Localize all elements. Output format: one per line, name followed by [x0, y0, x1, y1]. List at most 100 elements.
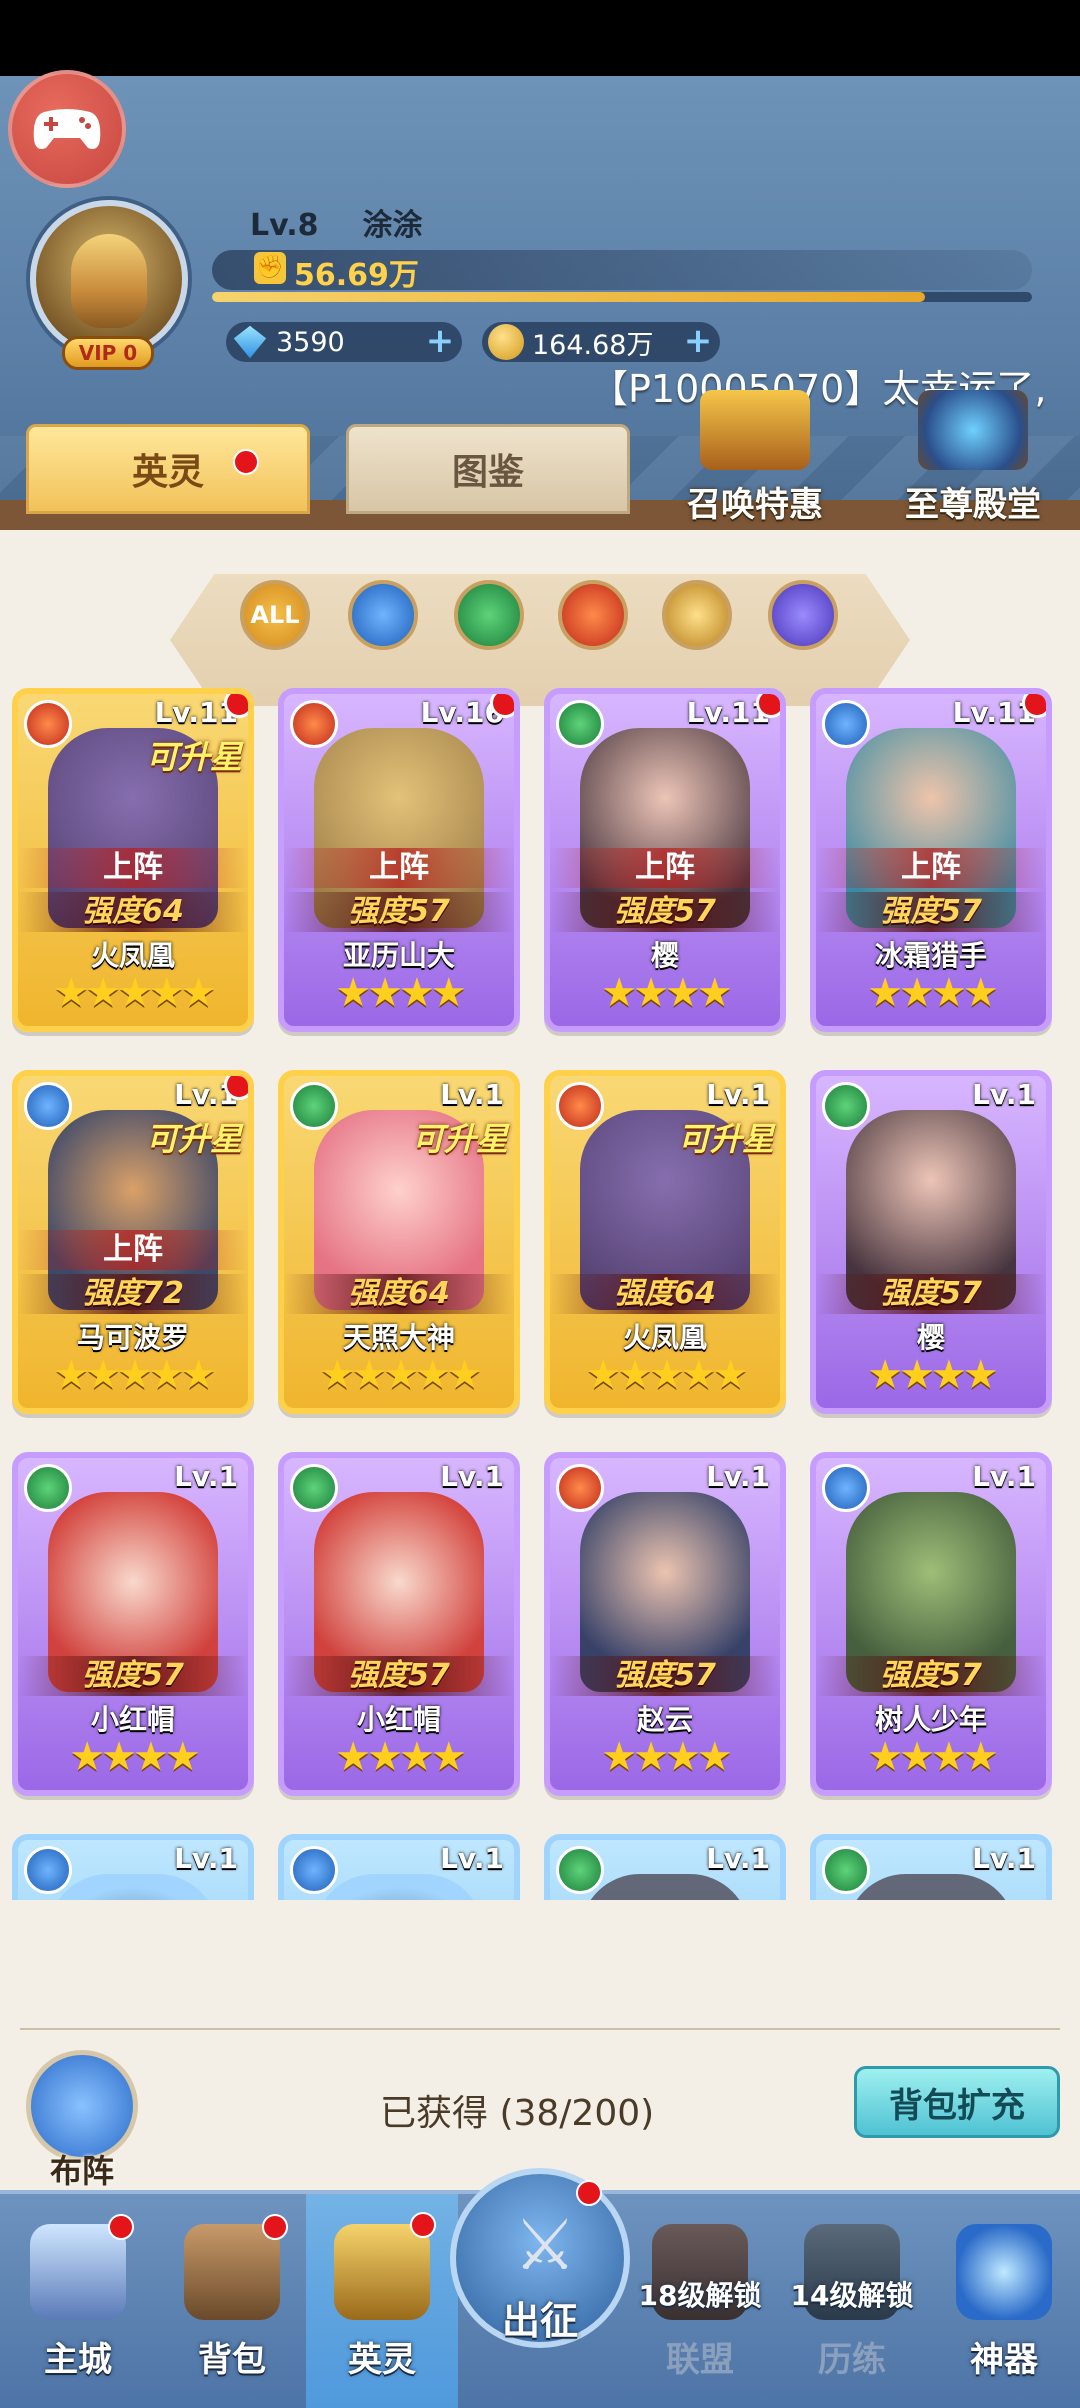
gamepad-icon [33, 109, 101, 149]
wind-element-icon [290, 1082, 338, 1130]
hero-name: 小红帽 [90, 1703, 175, 1736]
nav-heroes-label: 英灵 [348, 2340, 416, 2380]
hero-card[interactable]: Lv.1 [278, 1834, 520, 1900]
hero-card[interactable]: Lv.1 强度57 树人少年 ★★★★ [810, 1452, 1052, 1796]
diamond-counter: 3590 + [226, 322, 462, 362]
gold-coin-icon [488, 324, 524, 360]
deployed-label: 上阵 [18, 848, 248, 888]
hero-card[interactable]: Lv.1 [810, 1834, 1052, 1900]
water-element-icon [822, 700, 870, 748]
supreme-hall-button[interactable]: 至尊殿堂 [888, 390, 1058, 525]
hero-portrait [314, 1874, 484, 1900]
hero-power: 强度57 [284, 1656, 514, 1696]
hero-name: 赵云 [636, 1703, 693, 1736]
hero-level: Lv.1 [440, 1078, 504, 1111]
xp-bar-fill [212, 292, 926, 302]
fire-element-icon [556, 1082, 604, 1130]
tab-heroes-label: 英灵 [131, 452, 204, 493]
vip-badge[interactable]: VIP 0 [62, 336, 154, 370]
hero-portrait [48, 1874, 218, 1900]
hero-card[interactable]: Lv.1 强度57 樱 ★★★★ [810, 1070, 1052, 1414]
summon-deal-button[interactable]: 召唤特惠 [670, 390, 840, 525]
player-name: 涂涂 [362, 208, 423, 243]
owned-count: 已获得 (38/200) [380, 2093, 655, 2134]
hero-card[interactable]: Lv.1 [12, 1834, 254, 1900]
status-bar [0, 0, 1080, 76]
hero-card[interactable]: Lv.16 上阵 强度57 亚历山大 ★★★★ [278, 688, 520, 1032]
hero-power: 强度57 [816, 892, 1046, 932]
notification-dot [1022, 694, 1046, 718]
xp-bar [212, 292, 1032, 302]
hero-card[interactable]: Lv.11 上阵 强度57 冰霜猎手 ★★★★ [810, 688, 1052, 1032]
hero-name: 马可波罗 [76, 1321, 189, 1354]
hero-card[interactable]: Lv.1 可升星 上阵 强度72 马可波罗 ★★★★★ [12, 1070, 254, 1414]
notification-dot [576, 2180, 602, 2206]
notification-dot [224, 694, 248, 718]
deployed-label: 上阵 [18, 1230, 248, 1270]
hero-level: Lv.1 [706, 1460, 770, 1493]
wind-element-icon [822, 1082, 870, 1130]
fire-element-icon [556, 1464, 604, 1512]
gold-counter: 164.68万 + [482, 322, 720, 362]
hero-power: 强度57 [550, 892, 780, 932]
hero-card[interactable]: Lv.1 强度57 赵云 ★★★★ [544, 1452, 786, 1796]
tab-guide[interactable]: 图鉴 [346, 424, 630, 514]
hero-name: 冰霜猎手 [874, 939, 987, 972]
nav-alliance-label: 联盟 [666, 2340, 734, 2380]
nav-artifact[interactable]: 神器 [934, 2214, 1074, 2404]
notification-dot [410, 2212, 436, 2238]
formation-button[interactable]: 布阵 [20, 2050, 144, 2190]
nav-bag-label: 背包 [198, 2340, 266, 2380]
hero-card[interactable]: Lv.1 [544, 1834, 786, 1900]
hero-stars: ★★★★★ [319, 1352, 482, 1398]
nav-heroes[interactable]: 英灵 [306, 2194, 458, 2408]
hero-level: Lv.1 [972, 1460, 1036, 1493]
tab-heroes[interactable]: 英灵 [26, 424, 310, 514]
hero-power: 强度57 [816, 1656, 1046, 1696]
player-avatar[interactable] [30, 200, 188, 358]
notification-dot [108, 2214, 134, 2240]
player-info: Lv.8 涂涂 [250, 200, 467, 244]
nav-alliance[interactable]: 18级解锁 联盟 [630, 2214, 770, 2404]
hero-name: 亚历山大 [342, 939, 455, 972]
hero-stars: ★★★★ [601, 970, 732, 1016]
add-diamond-button[interactable]: + [424, 324, 456, 358]
fire-element-icon[interactable] [558, 580, 628, 650]
bottom-nav: 主城 背包 英灵 ⚔ 出征 18级解锁 联盟 14级解锁 历练 神器 [0, 2168, 1080, 2408]
hero-stars: ★★★★★ [53, 970, 216, 1016]
crossed-swords-icon: ⚔ [513, 2204, 577, 2286]
fire-element-icon [290, 700, 338, 748]
battle-label: 出征 [501, 2299, 578, 2343]
expand-bag-button[interactable]: 背包扩充 [854, 2066, 1060, 2138]
hero-name: 火凤凰 [90, 939, 175, 972]
nav-bag[interactable]: 背包 [162, 2214, 302, 2404]
hero-card[interactable]: Lv.1 强度57 小红帽 ★★★★ [278, 1452, 520, 1796]
hero-card[interactable]: Lv.1 可升星 强度64 火凤凰 ★★★★★ [544, 1070, 786, 1414]
add-gold-button[interactable]: + [682, 324, 714, 358]
nav-city[interactable]: 主城 [8, 2214, 148, 2404]
hero-power: 强度72 [18, 1274, 248, 1314]
dark-element-icon[interactable] [768, 580, 838, 650]
hero-card[interactable]: Lv.1 可升星 强度64 天照大神 ★★★★★ [278, 1070, 520, 1414]
battle-button[interactable]: ⚔ 出征 [450, 2168, 630, 2348]
water-element-icon [24, 1846, 72, 1894]
hero-card[interactable]: Lv.11 上阵 强度57 樱 ★★★★ [544, 688, 786, 1032]
alliance-lock-label: 18级解锁 [638, 2279, 762, 2312]
wind-element-icon[interactable] [454, 580, 524, 650]
hero-name: 樱 [650, 939, 679, 972]
hero-stars: ★★★★ [335, 1734, 466, 1780]
nav-training[interactable]: 14级解锁 历练 [782, 2214, 922, 2404]
fire-element-icon [24, 700, 72, 748]
hero-card[interactable]: Lv.1 强度57 小红帽 ★★★★ [12, 1452, 254, 1796]
hero-level: Lv.1 [174, 1842, 238, 1875]
deployed-label: 上阵 [816, 848, 1046, 888]
hero-name: 樱 [916, 1321, 945, 1354]
light-element-icon[interactable] [662, 580, 732, 650]
hero-card[interactable]: Lv.11 可升星 上阵 强度64 火凤凰 ★★★★★ [12, 688, 254, 1032]
gamepad-button[interactable] [8, 70, 126, 188]
wind-element-icon [24, 1464, 72, 1512]
water-element-icon[interactable] [348, 580, 418, 650]
filter-all[interactable]: ALL [240, 580, 310, 650]
hero-name: 树人少年 [874, 1703, 987, 1736]
notification-dot [490, 694, 514, 718]
